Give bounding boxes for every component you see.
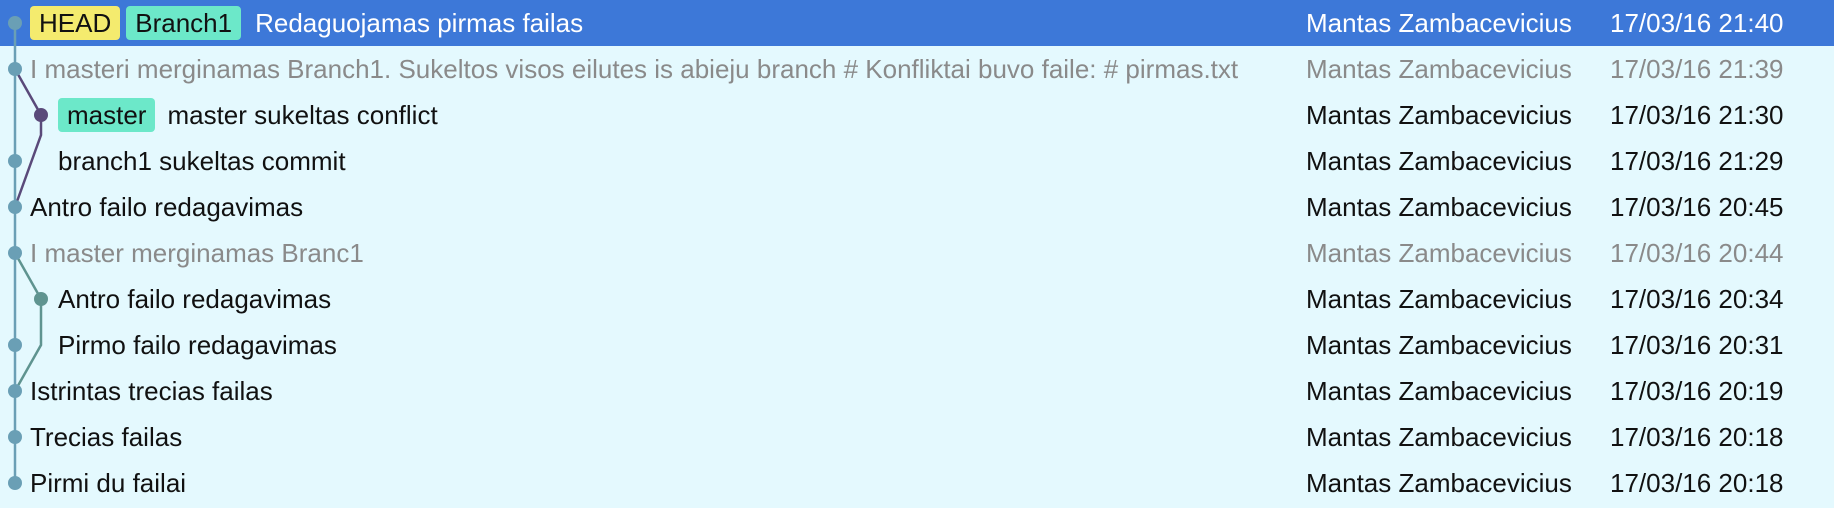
commit-subject: Pirmo failo redagavimas [58, 322, 1302, 368]
commit-subject: I masteri merginamas Branch1. Sukeltos v… [30, 46, 1302, 92]
commit-author: Mantas Zambacevicius [1306, 238, 1572, 268]
commit-node [8, 16, 22, 30]
commit-subject: Trecias failas [30, 414, 1302, 460]
commit-row[interactable]: Pirmi du failai Mantas Zambacevicius 17/03… [0, 460, 1834, 506]
commit-node [8, 246, 22, 260]
commit-message: branch1 sukeltas commit [58, 146, 346, 176]
branch-ref-badge[interactable]: Branch1 [126, 6, 242, 40]
commit-row[interactable]: HEAD Branch1 Redaguojamas pirmas failas Man… [0, 0, 1834, 46]
commit-subject: master master sukeltas conflict [58, 92, 1302, 138]
commit-node [34, 292, 48, 306]
commit-node [8, 200, 22, 214]
commit-row[interactable]: Istrintas trecias failas Mantas Zambacevi… [0, 368, 1834, 414]
commit-message: Antro failo redagavimas [58, 284, 332, 314]
commit-date: 17/03/16 20:18 [1610, 468, 1784, 498]
commit-author: Mantas Zambacevicius [1306, 284, 1572, 314]
commit-subject: Antro failo redagavimas [58, 276, 1302, 322]
commit-message: I master merginamas Branc1 [30, 238, 364, 268]
commit-message: master sukeltas conflict [167, 100, 438, 130]
commit-row[interactable]: master master sukeltas conflict Mantas Zam… [0, 92, 1834, 138]
commit-message: Redaguojamas pirmas failas [255, 8, 584, 38]
commit-row[interactable]: Antro failo redagavimas Mantas Zambacevic… [0, 184, 1834, 230]
commit-date: 17/03/16 20:31 [1610, 330, 1784, 360]
commit-author: Mantas Zambacevicius [1306, 192, 1572, 222]
commit-date: 17/03/16 21:39 [1610, 54, 1784, 84]
commit-row[interactable]: Trecias failas Mantas Zambacevicius 17/03/… [0, 414, 1834, 460]
branch-ref-badge[interactable]: master [58, 98, 156, 132]
commit-subject: branch1 sukeltas commit [58, 138, 1302, 184]
commit-node [8, 384, 22, 398]
branch-lane-line [13, 252, 43, 392]
commit-node [8, 154, 22, 168]
commit-date: 17/03/16 21:29 [1610, 146, 1784, 176]
commit-author: Mantas Zambacevicius [1306, 468, 1572, 498]
commit-row[interactable]: I masteri merginamas Branch1. Sukeltos v… [0, 46, 1834, 92]
commit-subject: Istrintas trecias failas [30, 368, 1302, 414]
commit-row[interactable]: Antro failo redagavimas Mantas Zambacevic… [0, 276, 1834, 322]
commit-author: Mantas Zambacevicius [1306, 100, 1572, 130]
commit-author: Mantas Zambacevicius [1306, 330, 1572, 360]
commit-row[interactable]: branch1 sukeltas commit Mantas Zambacevic… [0, 138, 1834, 184]
commit-node [8, 430, 22, 444]
commit-subject: I master merginamas Branc1 [30, 230, 1302, 276]
commit-author: Mantas Zambacevicius [1306, 146, 1572, 176]
commit-date: 17/03/16 21:30 [1610, 100, 1784, 130]
commit-subject: Antro failo redagavimas [30, 184, 1302, 230]
commit-date: 17/03/16 20:44 [1610, 238, 1784, 268]
commit-message: Istrintas trecias failas [30, 376, 273, 406]
commit-node [8, 338, 22, 352]
commit-history-list: HEAD Branch1 Redaguojamas pirmas failas Man… [0, 0, 1834, 508]
commit-author: Mantas Zambacevicius [1306, 376, 1572, 406]
commit-subject: Pirmi du failai [30, 460, 1302, 506]
commit-message: I masteri merginamas Branch1. Sukeltos v… [30, 54, 1239, 84]
commit-author: Mantas Zambacevicius [1306, 8, 1572, 38]
commit-message: Antro failo redagavimas [30, 192, 304, 222]
commit-author: Mantas Zambacevicius [1306, 422, 1572, 452]
branch-graph [8, 16, 48, 490]
commit-date: 17/03/16 20:45 [1610, 192, 1784, 222]
commit-date: 17/03/16 20:19 [1610, 376, 1784, 406]
commit-message: Pirmo failo redagavimas [58, 330, 337, 360]
commit-date: 17/03/16 20:18 [1610, 422, 1784, 452]
commit-author: Mantas Zambacevicius [1306, 54, 1572, 84]
master-lane-line [13, 68, 43, 208]
commit-node [34, 108, 48, 122]
commit-row[interactable]: I master merginamas Branc1 Mantas Zambace… [0, 230, 1834, 276]
commit-node [8, 476, 22, 490]
commit-row[interactable]: Pirmo failo redagavimas Mantas Zambacevic… [0, 322, 1834, 368]
commit-date: 17/03/16 21:40 [1610, 8, 1784, 38]
commit-subject: HEAD Branch1 Redaguojamas pirmas failas [30, 0, 1302, 46]
commit-date: 17/03/16 20:34 [1610, 284, 1784, 314]
commit-node [8, 62, 22, 76]
